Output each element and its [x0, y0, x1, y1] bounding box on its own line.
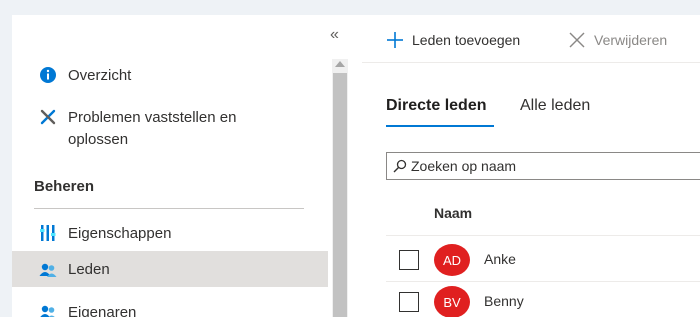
properties-icon [39, 224, 57, 242]
plus-icon [387, 32, 403, 48]
sidebar-scrollbar[interactable] [332, 59, 348, 317]
tab-all-members[interactable]: Alle leden [520, 95, 590, 117]
collapse-sidebar-button[interactable]: « [330, 27, 339, 43]
sidebar-item-label: Overzicht [68, 67, 132, 84]
wrench-screwdriver-icon [39, 108, 57, 126]
member-name[interactable]: Benny [484, 293, 524, 309]
toolbar: Leden toevoegen Verwijderen [362, 29, 700, 63]
sidebar-item-leden[interactable]: Leden [12, 251, 328, 287]
active-tab-indicator [386, 125, 494, 127]
avatar: BV [434, 286, 470, 317]
scroll-thumb[interactable] [333, 73, 347, 317]
members-icon [39, 261, 57, 279]
sidebar-item-label: Eigenaren [68, 304, 137, 317]
section-header-beheren: Beheren [34, 178, 95, 195]
search-icon [393, 159, 407, 173]
row-checkbox[interactable] [399, 292, 419, 312]
table-row[interactable]: AD Anke [386, 240, 700, 280]
search-input[interactable]: Zoeken op naam [386, 152, 700, 180]
sidebar-item-problemen[interactable]: Problemen vaststellen en oplossen [12, 103, 328, 153]
header-divider [386, 235, 700, 236]
section-divider [34, 208, 304, 209]
remove-button[interactable]: Verwijderen [568, 29, 667, 51]
add-members-button[interactable]: Leden toevoegen [386, 29, 520, 51]
sidebar-item-overzicht[interactable]: Overzicht [12, 63, 328, 89]
scroll-up-arrow-icon[interactable] [335, 61, 345, 67]
main-content: Leden toevoegen Verwijderen Directe lede… [362, 15, 700, 317]
column-header-name[interactable]: Naam [434, 205, 472, 221]
avatar: AD [434, 244, 470, 276]
app-window: Overzicht Problemen vaststellen en oplos… [12, 15, 700, 317]
info-icon [39, 66, 57, 84]
sidebar-item-eigenschappen[interactable]: Eigenschappen [12, 219, 328, 247]
search-placeholder: Zoeken op naam [411, 158, 517, 174]
sidebar-item-label: Eigenschappen [68, 225, 172, 242]
member-tabs: Directe leden Alle leden [386, 95, 700, 129]
row-checkbox[interactable] [399, 250, 419, 270]
sidebar-item-label-line2: oplossen [68, 131, 129, 148]
owners-icon [39, 303, 57, 317]
sidebar-item-eigenaren[interactable]: Eigenaren [12, 299, 328, 317]
tab-direct-members[interactable]: Directe leden [386, 95, 486, 117]
sidebar-item-label-line1: Problemen vaststellen en [68, 109, 237, 126]
add-members-label: Leden toevoegen [412, 32, 521, 48]
table-row[interactable]: BV Benny [386, 282, 700, 317]
sidebar: Overzicht Problemen vaststellen en oplos… [12, 15, 348, 317]
sidebar-item-label: Leden [68, 261, 110, 278]
remove-label: Verwijderen [594, 32, 668, 48]
close-icon [569, 32, 585, 48]
member-name[interactable]: Anke [484, 251, 516, 267]
